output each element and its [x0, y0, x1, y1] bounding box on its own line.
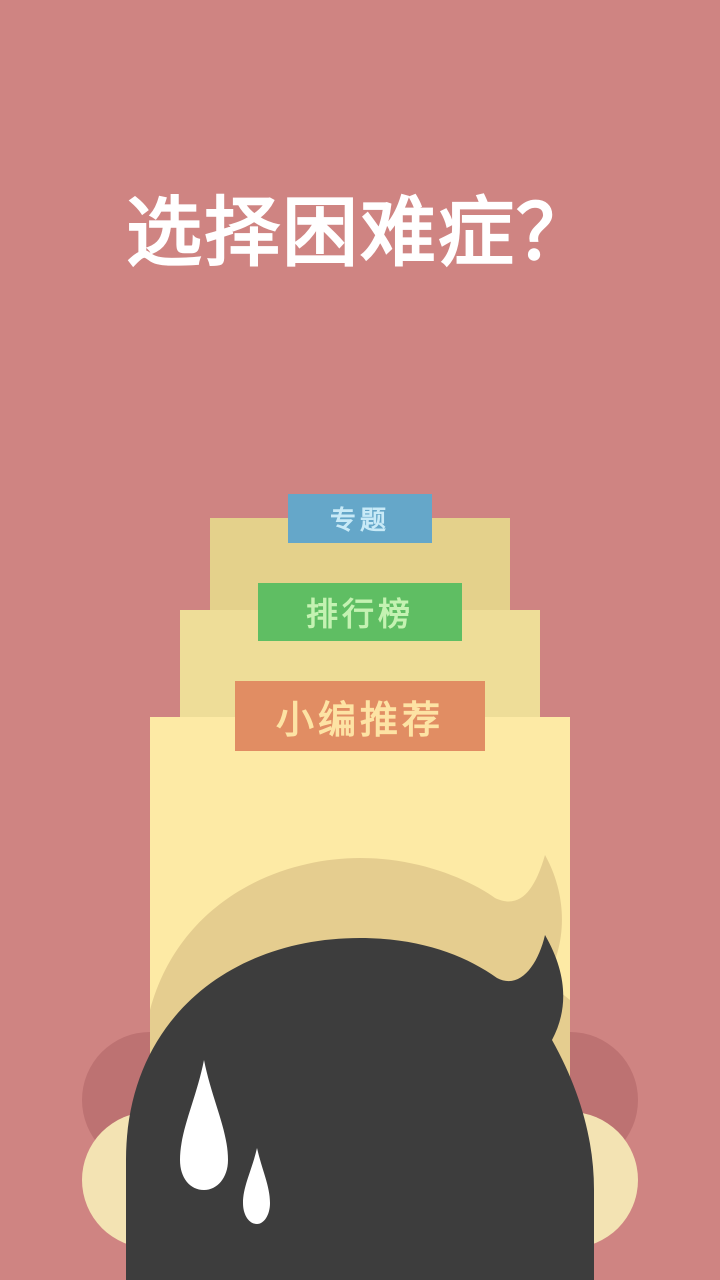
worried-character-illustration — [82, 855, 638, 1280]
splash-screen: 选择困难症？ 专题 排行榜 小编推荐 — [0, 0, 720, 1280]
